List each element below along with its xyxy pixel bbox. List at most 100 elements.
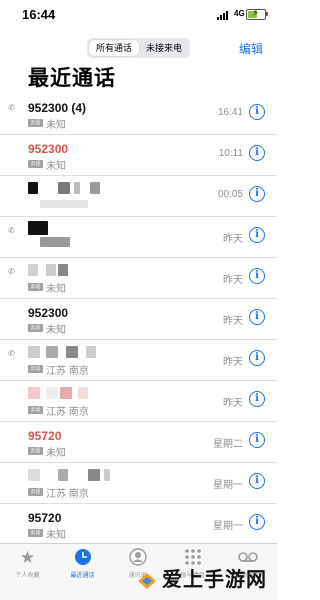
call-row[interactable]: 952300 云话 未知 昨天 i bbox=[0, 299, 277, 340]
tab-label: 最近通话 bbox=[70, 573, 95, 579]
tab-favorites[interactable]: ★ 个人收藏 bbox=[0, 548, 55, 579]
carrier-tag: 云话 bbox=[28, 447, 43, 455]
redacted-name bbox=[28, 387, 40, 399]
site-watermark: 爱上手游网 bbox=[136, 563, 267, 592]
redacted-name bbox=[104, 469, 110, 481]
call-row[interactable]: 95720 云话 未知 星期一 i bbox=[0, 504, 277, 545]
caller-location: 未知 bbox=[46, 325, 66, 336]
caller-number: 952300 bbox=[28, 142, 69, 156]
redacted-name bbox=[74, 182, 80, 194]
call-time: 00:05 bbox=[217, 189, 243, 200]
redacted-name bbox=[40, 237, 70, 247]
outgoing-call-icon: ✆ bbox=[8, 267, 15, 276]
clock-icon bbox=[55, 548, 110, 568]
call-time: 星期一 bbox=[213, 521, 243, 532]
carrier-tag: 云话 bbox=[28, 365, 43, 373]
redacted-name bbox=[46, 387, 58, 399]
page-title: 最近通话 bbox=[28, 67, 116, 90]
status-bar: 16:44 4G ⚡ bbox=[0, 0, 277, 26]
caller-location: 未知 bbox=[46, 448, 66, 459]
redacted-name bbox=[58, 264, 68, 276]
call-time: 昨天 bbox=[223, 275, 243, 286]
call-time: 16:41 bbox=[217, 107, 243, 118]
nav-bar: 所有通话 未接来电 编辑 bbox=[0, 36, 277, 60]
caller-location: 未知 bbox=[46, 530, 66, 541]
status-time: 16:44 bbox=[22, 7, 56, 22]
call-time: 昨天 bbox=[223, 357, 243, 368]
info-icon[interactable]: i bbox=[249, 473, 265, 489]
call-time: 星期一 bbox=[213, 480, 243, 491]
tab-missed-calls[interactable]: 未接来电 bbox=[139, 40, 189, 56]
info-icon[interactable]: i bbox=[249, 145, 265, 161]
info-icon[interactable]: i bbox=[249, 514, 265, 530]
carrier-tag: 云话 bbox=[28, 406, 43, 414]
outgoing-call-icon: ✆ bbox=[8, 103, 15, 112]
tab-label: 个人收藏 bbox=[15, 573, 40, 579]
redacted-name bbox=[46, 346, 58, 358]
watermark-text: 爱上手游网 bbox=[162, 569, 267, 591]
caller-location: 未知 bbox=[46, 284, 66, 295]
watermark-logo-icon bbox=[136, 571, 158, 591]
redacted-name bbox=[28, 469, 40, 481]
redacted-name bbox=[28, 182, 38, 194]
carrier-tag: 云话 bbox=[28, 529, 43, 537]
tab-recents[interactable]: 最近通话 bbox=[55, 548, 110, 579]
caller-location: 未知 bbox=[46, 161, 66, 172]
tab-all-calls[interactable]: 所有通话 bbox=[89, 40, 139, 56]
info-icon[interactable]: i bbox=[249, 104, 265, 120]
edit-button[interactable]: 编辑 bbox=[239, 40, 263, 57]
redacted-name bbox=[28, 346, 40, 358]
caller-number: 95720 bbox=[28, 429, 62, 443]
info-icon[interactable]: i bbox=[249, 186, 265, 202]
call-row[interactable]: 95720 云话 未知 星期二 i bbox=[0, 422, 277, 463]
redacted-name bbox=[46, 264, 56, 276]
network-type: 4G bbox=[234, 9, 245, 18]
call-row[interactable]: ✆ 云话 江苏 南京 昨天 i bbox=[0, 340, 277, 381]
carrier-tag: 云话 bbox=[28, 119, 43, 127]
caller-number: 95720 bbox=[28, 511, 62, 525]
outgoing-call-icon: ✆ bbox=[8, 349, 15, 358]
call-row[interactable]: 云话 江苏 南京 昨天 i bbox=[0, 381, 277, 422]
redacted-name bbox=[28, 221, 48, 235]
call-time: 星期二 bbox=[213, 439, 243, 450]
redacted-name bbox=[58, 182, 70, 194]
redacted-location bbox=[40, 200, 88, 208]
call-filter-segmented-control: 所有通话 未接来电 bbox=[87, 38, 190, 58]
call-row[interactable]: 952300 云话 未知 10:11 i bbox=[0, 135, 277, 176]
call-row[interactable]: 00:05 i bbox=[0, 176, 277, 217]
call-row[interactable]: 云话 江苏 南京 星期一 i bbox=[0, 463, 277, 504]
info-icon[interactable]: i bbox=[249, 227, 265, 243]
info-icon[interactable]: i bbox=[249, 391, 265, 407]
caller-location: 江苏 南京 bbox=[46, 489, 89, 500]
redacted-name bbox=[58, 469, 68, 481]
info-icon[interactable]: i bbox=[249, 268, 265, 284]
redacted-name bbox=[86, 346, 96, 358]
call-row[interactable]: ✆ 昨天 i bbox=[0, 217, 277, 258]
redacted-name bbox=[60, 387, 72, 399]
call-time: 10:11 bbox=[218, 148, 243, 159]
call-time: 昨天 bbox=[223, 316, 243, 327]
redacted-name bbox=[66, 346, 78, 358]
caller-location: 江苏 南京 bbox=[46, 366, 89, 377]
caller-location: 江苏 南京 bbox=[46, 407, 89, 418]
battery-icon: ⚡ bbox=[246, 8, 268, 20]
caller-location: 未知 bbox=[46, 120, 66, 131]
redacted-name bbox=[78, 387, 88, 399]
call-time: 昨天 bbox=[223, 234, 243, 245]
caller-number: 952300 bbox=[28, 306, 69, 320]
redacted-name bbox=[28, 264, 38, 276]
info-icon[interactable]: i bbox=[249, 432, 265, 448]
redacted-name bbox=[88, 469, 100, 481]
redacted-name bbox=[90, 182, 100, 194]
outgoing-call-icon: ✆ bbox=[8, 226, 15, 235]
call-row[interactable]: ✆ 952300 (4) 云话 未知 16:41 i bbox=[0, 94, 277, 135]
caller-number: 952300 (4) bbox=[28, 101, 87, 115]
carrier-tag: 云话 bbox=[28, 160, 43, 168]
info-icon[interactable]: i bbox=[249, 309, 265, 325]
signal-icon bbox=[217, 10, 233, 20]
star-icon: ★ bbox=[19, 548, 36, 567]
call-row[interactable]: ✆ 云话 未知 昨天 i bbox=[0, 258, 277, 299]
info-icon[interactable]: i bbox=[249, 350, 265, 366]
carrier-tag: 云话 bbox=[28, 324, 43, 332]
carrier-tag: 云话 bbox=[28, 488, 43, 496]
